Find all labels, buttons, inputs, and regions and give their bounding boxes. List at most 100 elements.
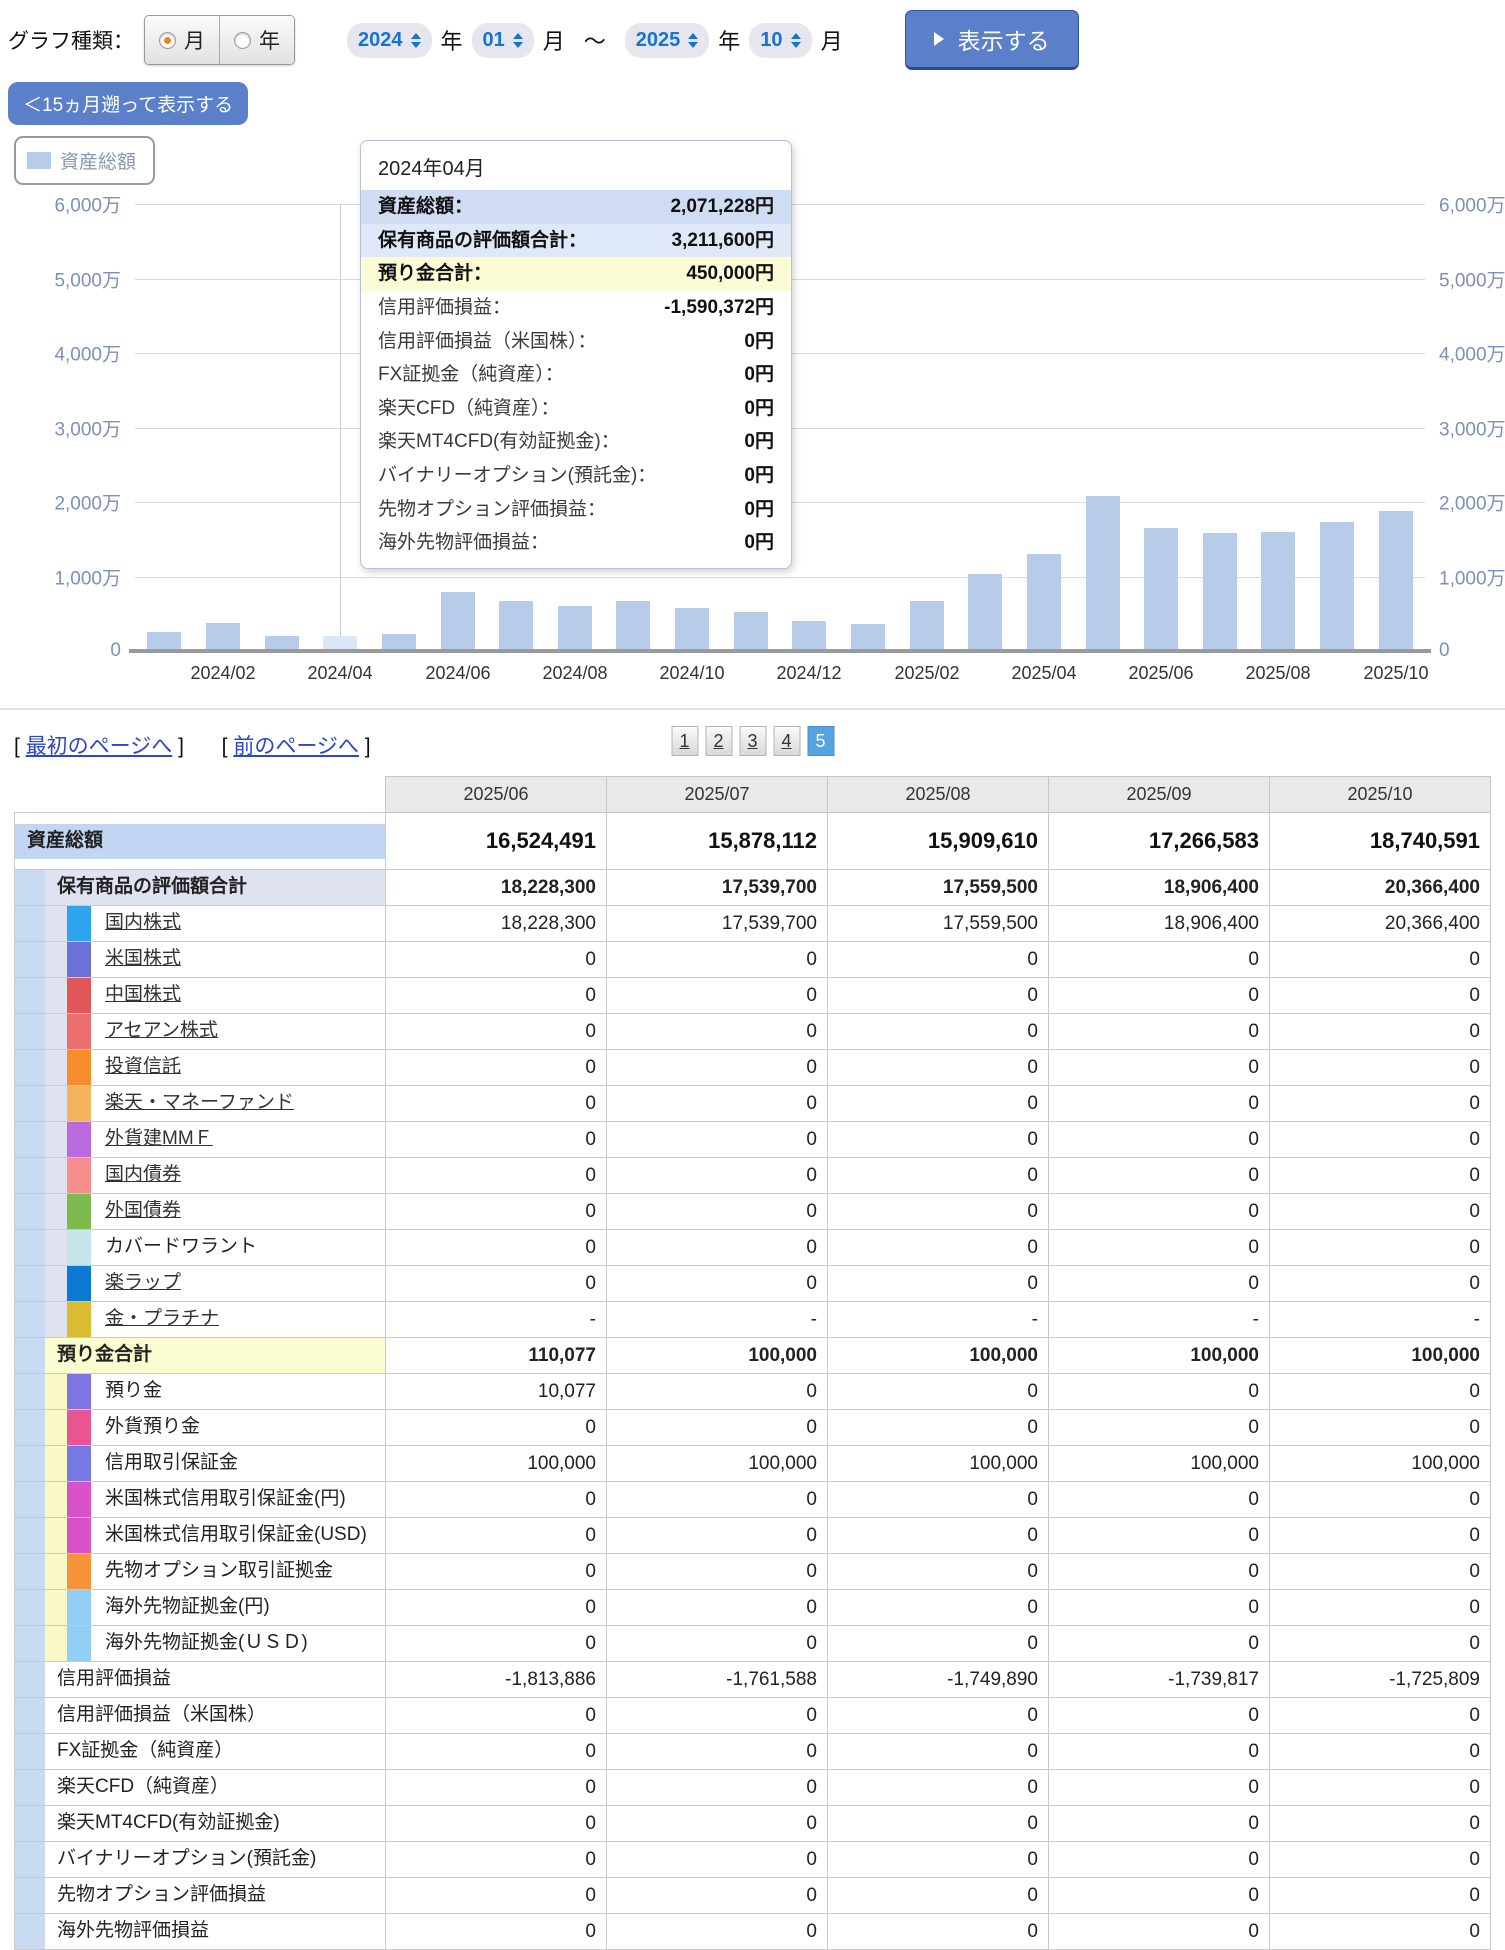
y-axis-tick-right: 3,000万 (1439, 414, 1505, 441)
page-button-5[interactable]: 5 (807, 726, 834, 756)
bar-2025/06[interactable] (1144, 528, 1178, 651)
row-label-layout: カバードワラント (15, 1230, 385, 1265)
asset-category-link[interactable]: 金・プラチナ (105, 1307, 219, 1332)
bar-2024/07[interactable] (499, 601, 533, 651)
bar-2024/02[interactable] (206, 623, 240, 651)
pagination-links: [ 最初のページへ ] [ 前のページへ ] (14, 730, 371, 760)
bar-2024/08[interactable] (558, 606, 592, 651)
start-year-select[interactable]: 2024 (347, 23, 432, 58)
prev-page-link[interactable]: 前のページへ (233, 735, 359, 758)
page-button-4[interactable]: 4 (773, 726, 800, 756)
page-button-2[interactable]: 2 (705, 726, 732, 756)
end-month-select[interactable]: 10 (749, 23, 811, 58)
end-year-select[interactable]: 2025 (625, 23, 710, 58)
section-stripe (45, 1230, 67, 1265)
asset-category-link[interactable]: 中国株式 (105, 983, 181, 1008)
value-cell: 0 (386, 1806, 607, 1842)
value-cell: 0 (828, 1698, 1049, 1734)
bar-2025/04[interactable] (1027, 554, 1061, 651)
end-year-value: 2025 (636, 29, 681, 52)
table-row: 保有商品の評価額合計18,228,30017,539,70017,559,500… (15, 870, 1491, 906)
first-page-link[interactable]: 最初のページへ (26, 735, 173, 758)
row-label: 中国株式 (91, 978, 385, 1013)
y-axis-tick-right: 6,000万 (1439, 191, 1505, 218)
start-month-select[interactable]: 01 (472, 23, 534, 58)
x-axis-tick: 2024/04 (307, 663, 372, 684)
table-row: 楽天MT4CFD(有効証拠金)00000 (15, 1806, 1491, 1842)
value-cell: 0 (1270, 1194, 1491, 1230)
section-stripe (45, 1014, 67, 1049)
indent-stripe (15, 1734, 45, 1769)
value-cell: 0 (386, 1914, 607, 1950)
tooltip-row: 先物オプション評価損益：0円 (361, 493, 791, 527)
section-stripe (45, 1302, 67, 1337)
bar-2025/07[interactable] (1203, 533, 1237, 651)
value-cell: 0 (1049, 1086, 1270, 1122)
bar-2025/05[interactable] (1086, 496, 1120, 651)
asset-category-link[interactable]: 楽天・マネーファンド (105, 1091, 294, 1116)
table-row: 中国株式00000 (15, 978, 1491, 1014)
value-cell: 18,740,591 (1270, 813, 1491, 870)
value-cell: 100,000 (1049, 1338, 1270, 1374)
asset-category-link[interactable]: 楽ラップ (105, 1271, 181, 1296)
bar-2025/08[interactable] (1261, 532, 1295, 651)
row-label-layout: 投資信託 (15, 1050, 385, 1085)
value-cell: 0 (607, 1914, 828, 1950)
value-cell: 0 (1049, 1050, 1270, 1086)
y-axis-tick-left: 4,000万 (54, 340, 121, 367)
color-swatch (67, 1590, 91, 1625)
row-label: 海外先物証拠金(円) (91, 1590, 385, 1625)
value-cell: -1,813,886 (386, 1662, 607, 1698)
value-cell: 0 (386, 1266, 607, 1302)
radio-year[interactable]: 年 (219, 16, 294, 64)
bar-2024/11[interactable] (734, 612, 768, 651)
asset-category-link[interactable]: 投資信託 (105, 1055, 181, 1080)
section-stripe (45, 1194, 67, 1229)
value-cell: 0 (828, 1914, 1049, 1950)
bar-2024/06[interactable] (441, 592, 475, 651)
y-axis-tick-left: 1,000万 (54, 563, 121, 590)
row-label-cell: 保有商品の評価額合計 (15, 870, 386, 906)
graph-controls: グラフ種類： 月 年 2024 年 01 月 ～ 2025 年 10 (0, 0, 1505, 66)
radio-month[interactable]: 月 (145, 16, 219, 64)
stepper-icon (688, 33, 698, 48)
bar-2025/09[interactable] (1320, 522, 1354, 651)
asset-category-link[interactable]: 国内債券 (105, 1163, 181, 1188)
show-button[interactable]: 表示する (905, 10, 1079, 70)
chart-tooltip: 2024年04月 資産総額：2,071,228円保有商品の評価額合計：3,211… (360, 140, 792, 569)
bar-2024/10[interactable] (675, 608, 709, 651)
asset-category-link[interactable]: 米国株式 (105, 947, 181, 972)
indent-stripe (15, 1914, 45, 1949)
indent-stripe (15, 1770, 45, 1805)
value-cell: 100,000 (607, 1338, 828, 1374)
row-label-layout: 資産総額 (15, 824, 385, 859)
bar-2024/09[interactable] (616, 601, 650, 651)
asset-category-link[interactable]: 外貨建MMＦ (105, 1127, 213, 1152)
value-cell: 0 (828, 942, 1049, 978)
row-label-cell: 投資信託 (15, 1050, 386, 1086)
indent-stripe (15, 1014, 45, 1049)
back-15-months-button[interactable]: ＜15ヵ月遡って表示する (8, 82, 248, 125)
value-cell: 110,077 (386, 1338, 607, 1374)
asset-category-link[interactable]: 外国債券 (105, 1199, 181, 1224)
bar-2025/01[interactable] (851, 624, 885, 651)
value-cell: 0 (607, 1266, 828, 1302)
bar-2025/10[interactable] (1379, 511, 1413, 651)
bar-2024/12[interactable] (792, 621, 826, 651)
page-button-3[interactable]: 3 (739, 726, 766, 756)
bar-2025/02[interactable] (910, 601, 944, 651)
asset-category-link[interactable]: アセアン株式 (105, 1019, 218, 1044)
section-stripe (45, 1158, 67, 1193)
row-label: 国内株式 (91, 906, 385, 941)
legend-asset-total[interactable]: 資産総額 (14, 136, 155, 185)
value-cell: - (828, 1302, 1049, 1338)
asset-category-link[interactable]: 国内株式 (105, 911, 181, 936)
color-swatch (67, 1158, 91, 1193)
page-button-1[interactable]: 1 (671, 726, 698, 756)
bar-2025/03[interactable] (968, 574, 1002, 651)
tooltip-row: 楽天CFD（純資産）：0円 (361, 392, 791, 426)
tooltip-row-label: 資産総額： (378, 194, 473, 220)
value-cell: 0 (828, 1482, 1049, 1518)
header-spacer-cell (15, 777, 386, 813)
value-cell: 0 (386, 1158, 607, 1194)
